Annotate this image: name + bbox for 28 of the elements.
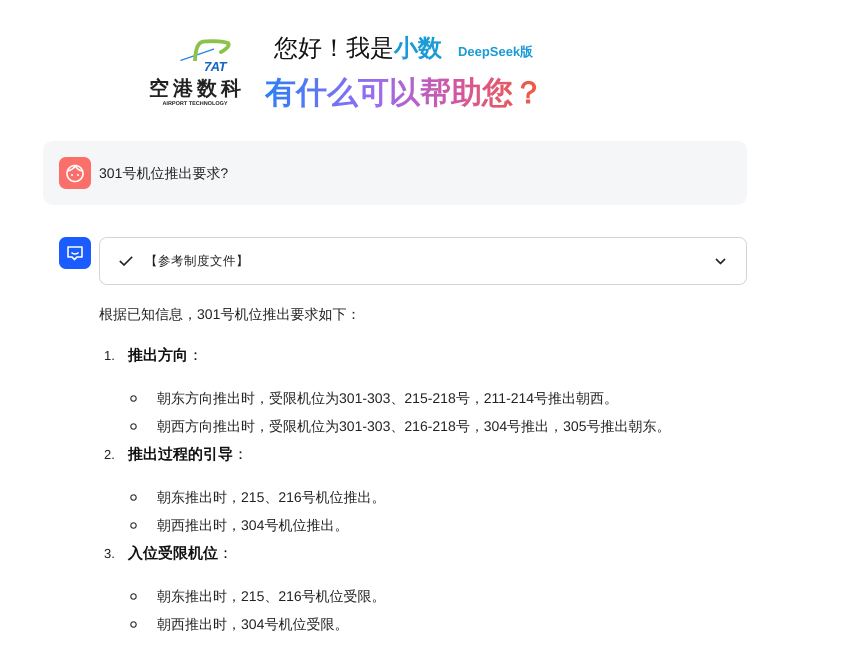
list-item-text: 朝西方向推出时，受限机位为301-303、216-218号，304号推出，305号推出朝东。 xyxy=(157,416,670,436)
list-number: 2. xyxy=(104,446,116,464)
hollow-bullet-icon xyxy=(130,494,137,500)
hollow-bullet-icon xyxy=(130,592,137,600)
hollow-bullet-icon xyxy=(130,394,137,402)
greeting-title: 您好！我是小数 xyxy=(274,34,442,64)
hollow-bullet-icon xyxy=(130,422,137,430)
list-item-text: 朝西推出时，304号机位受限。 xyxy=(157,614,348,634)
user-message-text: 301号机位推出要求? xyxy=(99,164,228,182)
face-avatar-icon xyxy=(59,157,91,189)
edition-label: DeepSeek版 xyxy=(458,44,534,60)
list-item-text: 朝东推出时，215、216号机位推出。 xyxy=(157,488,386,506)
answer-intro: 根据已知信息，301号机位推出要求如下： xyxy=(99,305,362,324)
logo-mark: 7AT xyxy=(204,60,226,72)
list-heading: 推出过程的引导： xyxy=(128,444,248,465)
list-item-text: 朝东方向推出时，受限机位为301-303、215-218号，211-214号推出朝西。 xyxy=(157,388,618,408)
hollow-bullet-icon xyxy=(130,620,137,628)
list-item-text: 朝西推出时，304号机位推出。 xyxy=(157,516,348,534)
chat-bubble-avatar-icon xyxy=(59,237,91,269)
list-number: 3. xyxy=(104,545,116,564)
swoosh-logo-icon xyxy=(180,38,232,60)
list-heading: 入位受限机位： xyxy=(128,544,233,564)
list-item-text: 朝东推出时，215、216号机位受限。 xyxy=(157,586,386,606)
list-number: 1. xyxy=(104,347,116,366)
hollow-bullet-icon xyxy=(130,522,137,528)
logo-name: 空港数科 xyxy=(149,78,245,98)
reference-toggle[interactable]: 【参考制度文件】 xyxy=(99,237,747,285)
list-heading: 推出方向： xyxy=(128,346,203,366)
